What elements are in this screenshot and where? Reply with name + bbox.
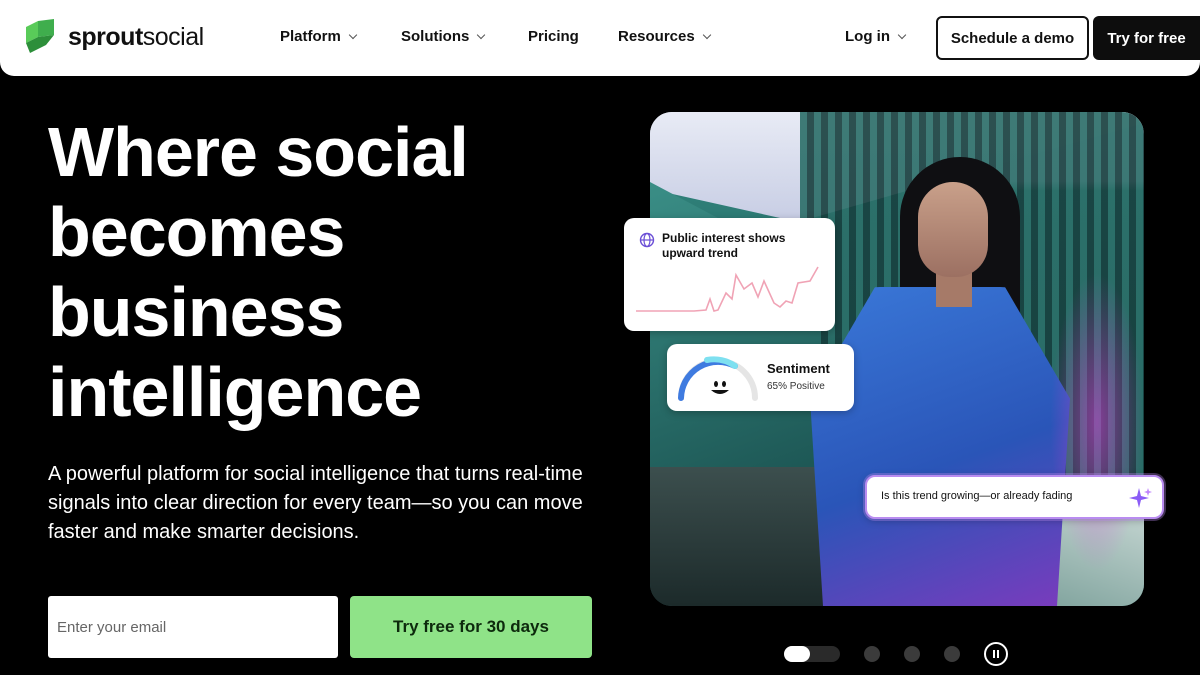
nav-platform[interactable]: Platform: [280, 28, 358, 45]
carousel-dot-active[interactable]: [784, 646, 840, 662]
hero-title: Where social becomes business intelligen…: [48, 112, 608, 432]
sparkle-icon: [1129, 488, 1152, 508]
smile-eye: [722, 381, 726, 387]
carousel-dot[interactable]: [904, 646, 920, 662]
carousel-dot[interactable]: [864, 646, 880, 662]
site-header: sproutsocial Platform Solutions Pricing …: [0, 0, 1200, 76]
nav-pricing-label: Pricing: [528, 28, 579, 45]
nav-pricing[interactable]: Pricing: [528, 28, 579, 45]
email-input[interactable]: [48, 596, 338, 658]
chevron-down-icon: [702, 30, 711, 39]
sentiment-title: Sentiment: [767, 361, 830, 376]
logo-text-regular: social: [142, 22, 204, 51]
sentiment-gauge: [678, 356, 758, 401]
hero-title-line: business: [48, 273, 344, 351]
trend-sparkline: [636, 266, 819, 312]
logo-text-bold: sprout: [68, 22, 143, 51]
carousel-dot[interactable]: [944, 646, 960, 662]
person-body: [810, 287, 1070, 606]
chevron-down-icon: [348, 30, 358, 39]
nav-resources[interactable]: Resources: [618, 28, 711, 45]
trend-card: Public interest shows upward trend: [624, 218, 835, 331]
nav-platform-label: Platform: [280, 28, 341, 45]
sentiment-value: 65% Positive: [767, 381, 825, 392]
try-for-free-button[interactable]: Try for free: [1093, 16, 1200, 60]
sprout-leaf-icon: [26, 19, 54, 53]
chevron-down-icon: [897, 30, 907, 39]
sentiment-card: Sentiment 65% Positive: [667, 344, 854, 411]
logo[interactable]: sproutsocial: [24, 19, 204, 55]
schedule-demo-button[interactable]: Schedule a demo: [936, 16, 1089, 60]
hero-title-line: Where social: [48, 113, 469, 191]
nav-login[interactable]: Log in: [845, 28, 907, 45]
try-free-30-days-button[interactable]: Try free for 30 days: [350, 596, 592, 658]
nav-resources-label: Resources: [618, 28, 695, 45]
ai-prompt-text: Is this trend growing—or already fading: [881, 490, 1073, 502]
hero-title-line: intelligence: [48, 353, 422, 431]
nav-login-label: Log in: [845, 28, 890, 45]
globe-icon: [639, 232, 655, 248]
ai-prompt-card[interactable]: Is this trend growing—or already fading: [865, 475, 1164, 519]
hero-title-line: becomes: [48, 193, 345, 271]
chevron-down-icon: [477, 30, 486, 39]
carousel-progress: [784, 646, 810, 662]
nav-solutions-label: Solutions: [401, 28, 470, 45]
smile-eye: [714, 381, 718, 387]
logo-text: sproutsocial: [68, 23, 204, 52]
nav-solutions[interactable]: Solutions: [401, 28, 486, 45]
person-face: [918, 182, 988, 277]
pink-glow: [1050, 272, 1144, 572]
trend-text: Public interest shows upward trend: [662, 231, 786, 260]
hero-subtitle: A powerful platform for social intellige…: [48, 463, 583, 543]
pause-icon[interactable]: [984, 642, 1008, 666]
